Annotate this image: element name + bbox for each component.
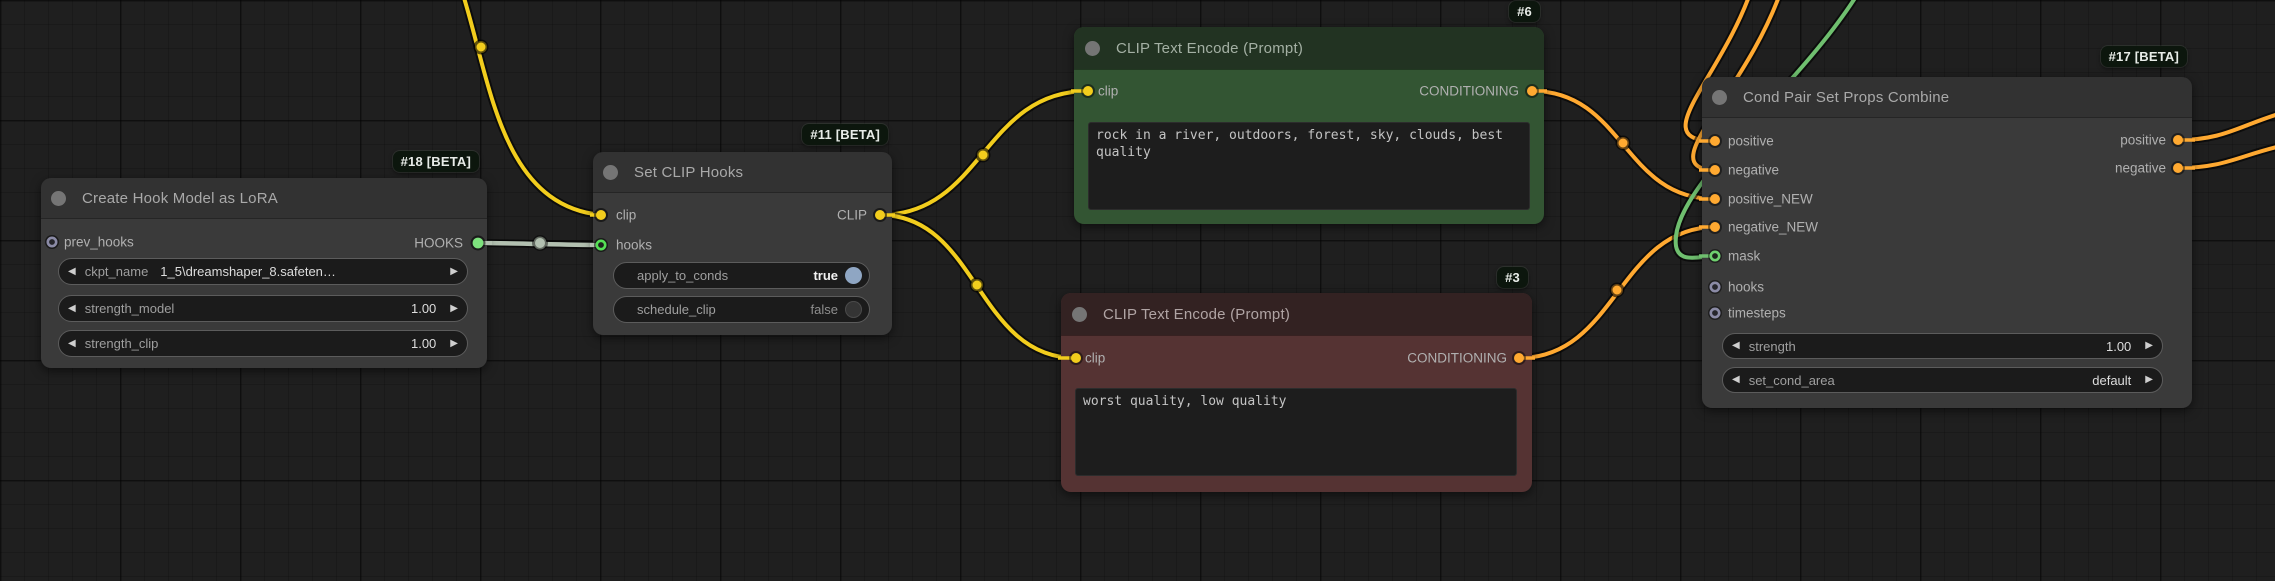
collapse-dot-icon[interactable] — [51, 191, 66, 206]
decrement-arrow-icon[interactable]: ◀ — [68, 338, 76, 349]
node-id-badge: #11 [BETA] — [802, 124, 888, 145]
output-slot-label-clip: CLIP — [836, 207, 867, 223]
node-title: CLIP Text Encode (Prompt) — [1103, 306, 1291, 323]
input-slot-label-mask: mask — [1728, 248, 1761, 264]
input-slot-label-clip: clip — [1098, 83, 1119, 99]
widget-value: 1_5\dreamshaper_8.safeten… — [160, 264, 336, 279]
widget-value: 1.00 — [410, 301, 437, 316]
widget-value: default — [2092, 372, 2132, 388]
link-midpoint-dot[interactable] — [532, 235, 548, 251]
link-conditioning-neg-to-combine — [1518, 223, 1717, 362]
widget-schedule-clip[interactable]: schedule_clip false — [613, 296, 870, 323]
link-midpoint-dot[interactable] — [969, 277, 985, 293]
node-id-badge: #17 [BETA] — [2100, 46, 2187, 67]
link-hooks-lora-to-setclip — [477, 239, 602, 249]
collapse-dot-icon[interactable] — [1072, 307, 1087, 322]
link-clip-to-positive-encode — [879, 87, 1089, 219]
node-graph-canvas[interactable]: #18 [BETA] Create Hook Model as LoRA pre… — [0, 0, 2275, 581]
node-id-badge: #18 [BETA] — [392, 151, 479, 172]
node-id-badge: #3 — [1497, 267, 1528, 288]
input-slot-label-hooks: hooks — [1728, 279, 1765, 295]
output-slot-label-conditioning: CONDITIONING — [1407, 350, 1507, 366]
input-slot-label-negative: negative — [1728, 162, 1780, 178]
node-title: Cond Pair Set Props Combine — [1743, 89, 1950, 106]
widget-strength[interactable]: ◀ strength 1.00 ▶ — [1722, 333, 2163, 359]
node-id-badge: #6 — [1509, 1, 1540, 22]
increment-arrow-icon[interactable]: ▶ — [2145, 341, 2153, 351]
link-midpoint-dot[interactable] — [1609, 282, 1625, 298]
widget-label: set_cond_area — [1748, 372, 1835, 388]
input-slot-label-positive-new: positive_NEW — [1728, 191, 1813, 207]
link-midpoint-dot[interactable] — [1615, 135, 1631, 151]
input-slot-label-negative-new: negative_NEW — [1728, 219, 1819, 235]
increment-arrow-icon[interactable]: ▶ — [2145, 375, 2153, 385]
widget-label: apply_to_conds — [637, 268, 729, 283]
node-cond-pair-set-props-combine[interactable]: #17 [BETA] Cond Pair Set Props Combine p… — [1702, 46, 2192, 408]
widget-value: false — [810, 302, 838, 317]
collapse-dot-icon[interactable] — [603, 165, 618, 180]
link-midpoint-dot[interactable] — [473, 39, 489, 55]
widget-apply-to-conds[interactable]: apply_to_conds true — [613, 262, 870, 289]
node-title: Set CLIP Hooks — [634, 164, 744, 181]
widget-set-cond-area[interactable]: ◀ set_cond_area default ▶ — [1722, 367, 2163, 393]
input-slot-label-clip: clip — [616, 207, 637, 223]
widget-label: schedule_clip — [637, 302, 716, 317]
collapse-dot-icon[interactable] — [1085, 41, 1100, 56]
toggle-off-icon[interactable] — [845, 301, 862, 318]
node-title: Create Hook Model as LoRA — [82, 190, 278, 207]
prompt-textarea[interactable]: rock in a river, outdoors, forest, sky, … — [1088, 122, 1530, 210]
node-set-clip-hooks[interactable]: #11 [BETA] Set CLIP Hooks clip CLIP hook… — [593, 124, 892, 335]
prompt-textarea[interactable]: worst quality, low quality — [1075, 388, 1517, 476]
output-slot-label-hooks: HOOKS — [414, 235, 463, 251]
widget-label: ckpt_name — [84, 264, 149, 279]
link-combine-negative-out — [2177, 143, 2275, 172]
input-slot-label-prev-hooks: prev_hooks — [64, 234, 134, 250]
link-combine-positive-out — [2177, 110, 2275, 144]
input-slot-label-timesteps: timesteps — [1728, 305, 1786, 321]
widget-strength-model[interactable]: ◀ strength_model 1.00 ▶ — [58, 295, 468, 322]
decrement-arrow-icon[interactable]: ◀ — [1732, 375, 1740, 385]
decrement-arrow-icon[interactable]: ◀ — [1732, 341, 1740, 351]
toggle-on-icon[interactable] — [845, 267, 862, 284]
increment-arrow-icon[interactable]: ▶ — [450, 303, 458, 314]
widget-value: true — [813, 268, 838, 283]
collapse-dot-icon[interactable] — [1712, 90, 1727, 105]
widget-strength-clip[interactable]: ◀ strength_clip 1.00 ▶ — [58, 330, 468, 357]
link-clip-to-negative-encode — [879, 211, 1077, 362]
input-slot-label-clip: clip — [1085, 350, 1106, 366]
widget-label: strength — [1748, 338, 1796, 354]
decrement-arrow-icon[interactable]: ◀ — [68, 266, 76, 277]
widget-label: strength_model — [84, 301, 175, 316]
output-slot-label-positive: positive — [2120, 132, 2166, 148]
widget-value: 1.00 — [2105, 338, 2132, 354]
output-slot-label-conditioning: CONDITIONING — [1419, 83, 1519, 99]
node-clip-text-encode-positive[interactable]: #6 CLIP Text Encode (Prompt) clip CONDIT… — [1074, 1, 1544, 224]
link-conditioning-pos-to-combine — [1531, 87, 1716, 203]
node-title: CLIP Text Encode (Prompt) — [1116, 40, 1304, 57]
widget-value: 1.00 — [410, 336, 437, 351]
node-clip-text-encode-negative[interactable]: #3 CLIP Text Encode (Prompt) clip CONDIT… — [1061, 267, 1532, 492]
widget-label: strength_clip — [84, 336, 159, 351]
output-slot-label-negative: negative — [2114, 160, 2166, 176]
input-slot-label-hooks: hooks — [616, 237, 653, 253]
link-midpoint-dot[interactable] — [975, 147, 991, 163]
increment-arrow-icon[interactable]: ▶ — [450, 266, 458, 277]
increment-arrow-icon[interactable]: ▶ — [450, 338, 458, 349]
decrement-arrow-icon[interactable]: ◀ — [68, 303, 76, 314]
input-slot-label-positive: positive — [1728, 133, 1774, 149]
node-create-hook-model-as-lora[interactable]: #18 [BETA] Create Hook Model as LoRA pre… — [41, 151, 487, 368]
widget-ckpt-name[interactable]: ◀ ckpt_name 1_5\dreamshaper_8.safeten… ▶ — [58, 258, 468, 285]
